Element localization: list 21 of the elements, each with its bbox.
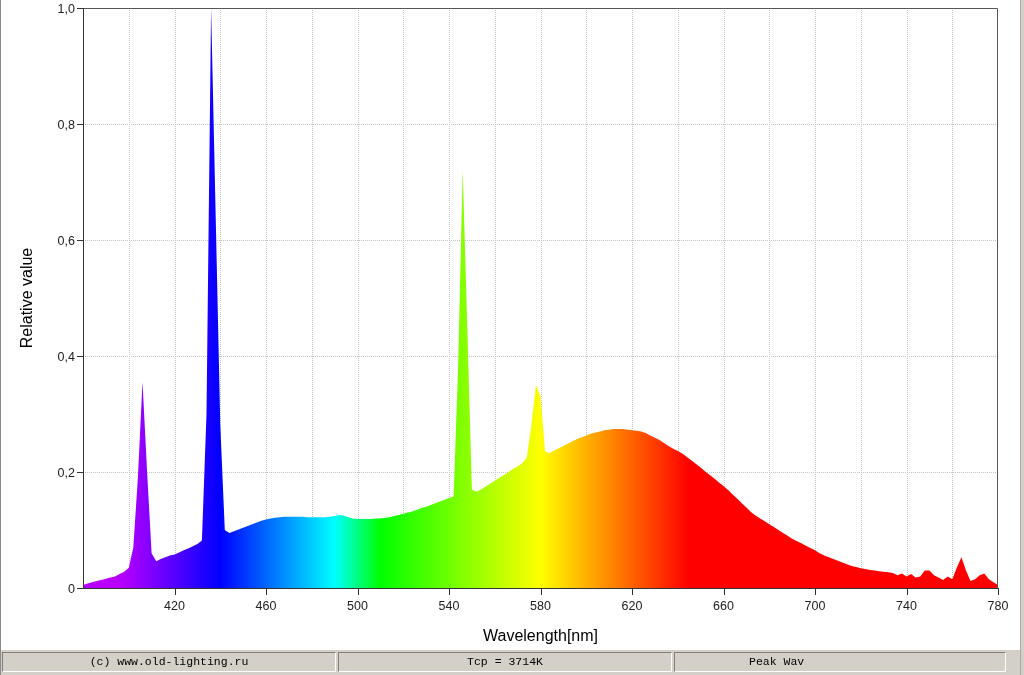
x-tick-label: 700 [804, 599, 826, 613]
x-tick-label: 780 [987, 599, 1009, 613]
y-tick-label: 0,8 [57, 117, 75, 132]
y-tick-label: 1,0 [57, 1, 75, 16]
x-tick-label: 540 [438, 599, 460, 613]
x-tick-label: 620 [621, 599, 643, 613]
x-tick-label: 740 [896, 599, 917, 613]
x-axis-title: Wavelength[nm] [483, 627, 598, 644]
x-tick-label: 500 [347, 599, 368, 613]
x-tick-label: 460 [255, 599, 277, 613]
y-tick-label: 0,2 [57, 465, 75, 480]
x-tick-label: 420 [164, 599, 185, 613]
status-peak-wavelength: Peak Wav [674, 652, 1006, 672]
y-tick-label: 0,6 [57, 233, 75, 248]
x-tick-label: 580 [530, 599, 551, 613]
x-tick-label: 660 [713, 599, 734, 613]
y-tick-label: 0 [68, 581, 75, 596]
y-axis-title: Relative value [18, 247, 35, 349]
status-copyright-text: (c) www.old-lighting.ru [2, 652, 336, 672]
y-tick-label: 0,4 [57, 349, 75, 364]
status-color-temperature: Tcp = 3714K [338, 652, 672, 672]
